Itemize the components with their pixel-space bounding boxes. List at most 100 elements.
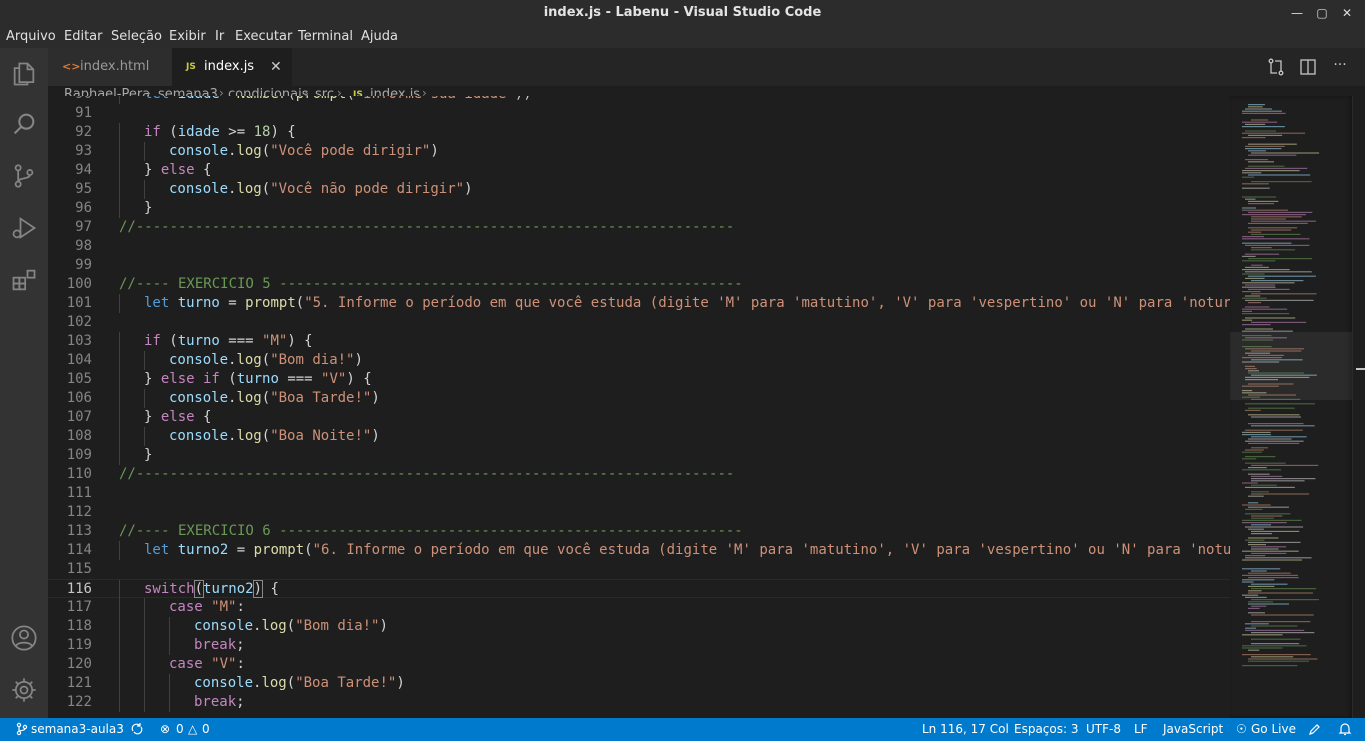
minimap-line [1242, 260, 1276, 262]
language-mode[interactable]: JavaScript [1163, 722, 1223, 736]
end-of-line[interactable]: LF [1134, 722, 1148, 736]
indentation[interactable]: Espaços: 3 [1014, 722, 1079, 736]
close-icon[interactable]: ✕ [1337, 3, 1357, 23]
search-icon[interactable] [10, 110, 38, 138]
minimap-line [1242, 273, 1265, 275]
code-line[interactable]: 121 console.log("Boa Tarde!") [48, 674, 1230, 693]
code-line[interactable]: 110 //-----------------------------------… [48, 465, 1230, 484]
minimap-line [1248, 660, 1309, 662]
minimap-line [1242, 110, 1282, 112]
code-line[interactable]: 113 //---- EXERCICIO 6 ------------------… [48, 522, 1230, 541]
indent-guide [119, 180, 120, 199]
feedback-icon[interactable] [1308, 722, 1322, 739]
minimap-line [1251, 119, 1269, 121]
code-line[interactable]: 107} else { [48, 408, 1230, 427]
code-line[interactable]: 108 console.log("Boa Noite!") [48, 427, 1230, 446]
minimap-line [1242, 581, 1254, 583]
code-line[interactable]: 95 console.log("Você não pode dirigir") [48, 180, 1230, 199]
code-line[interactable]: 103 if (turno === "M") { [48, 332, 1230, 351]
code-line[interactable]: 94} else { [48, 161, 1230, 180]
code-line[interactable]: 97 //------------------------------------… [48, 218, 1230, 237]
minimap-line [1248, 174, 1311, 176]
code-line[interactable]: 91 [48, 104, 1230, 123]
account-icon[interactable] [10, 624, 38, 652]
code-line[interactable]: 114 let turno2 = prompt("6. Informe o per… [48, 541, 1230, 560]
minimap-line [1251, 625, 1298, 627]
minimap-line [1248, 590, 1262, 592]
code-line[interactable]: 98 [48, 237, 1230, 256]
warnings-count[interactable]: 0 [202, 722, 210, 736]
branch-name[interactable]: semana3-aula3 [31, 722, 124, 736]
minimap-line [1242, 137, 1266, 139]
error-icon[interactable]: ⊗ [160, 722, 170, 736]
vertical-scrollbar[interactable] [1352, 96, 1365, 718]
warning-icon[interactable]: △ [188, 722, 197, 736]
code-line[interactable]: 119 break; [48, 636, 1230, 655]
code-line[interactable]: 100 //---- EXERCICIO 5 ------------------… [48, 275, 1230, 294]
code-line[interactable]: 92 if (idade >= 18) { [48, 123, 1230, 142]
code-line[interactable]: 112 [48, 503, 1230, 522]
open-changes-icon[interactable] [1266, 57, 1286, 77]
menu-editar[interactable]: Editar [64, 29, 103, 44]
minimap-line [1248, 143, 1297, 145]
code-line[interactable]: 116 switch(turno2) { [48, 579, 1230, 599]
minimize-icon[interactable]: — [1287, 3, 1307, 23]
code-line[interactable]: 106 console.log("Boa Tarde!") [48, 389, 1230, 408]
source-control-icon[interactable] [10, 162, 38, 190]
more-actions-icon[interactable]: ··· [1330, 57, 1350, 77]
tab-index-js[interactable]: JS index.js ✕ [172, 48, 292, 86]
explorer-icon[interactable] [10, 60, 38, 88]
code-line[interactable]: 102 [48, 313, 1230, 332]
minimap-line [1242, 665, 1298, 667]
code-line[interactable]: 109} [48, 446, 1230, 465]
menu-executar[interactable]: Executar [235, 29, 292, 44]
code-editor[interactable]: 90 let idade= Number(prompt("Informe sua … [48, 96, 1230, 718]
code-line[interactable]: 111 [48, 484, 1230, 503]
menu-arquivo[interactable]: Arquivo [6, 29, 56, 44]
code-text: if (turno === "M") { [144, 333, 313, 349]
minimap-line [1248, 134, 1283, 136]
run-debug-icon[interactable] [10, 214, 38, 242]
minimap-line [1242, 209, 1289, 211]
code-line[interactable]: 101 let turno = prompt("5. Informe o perí… [48, 294, 1230, 313]
encoding[interactable]: UTF-8 [1086, 722, 1121, 736]
menu-selecao[interactable]: Seleção [111, 29, 162, 44]
code-line[interactable]: 104 console.log("Bom dia!") [48, 351, 1230, 370]
code-line[interactable]: 117 case "M": [48, 598, 1230, 617]
tab-close-icon[interactable]: ✕ [270, 48, 282, 86]
notifications-bell-icon[interactable] [1338, 722, 1352, 739]
cursor-position[interactable]: Ln 116, 17 Col [922, 722, 1009, 736]
code-line[interactable]: 120 case "V": [48, 655, 1230, 674]
code-line[interactable]: 105} else if (turno === "V") { [48, 370, 1230, 389]
minimap-line [1251, 491, 1270, 493]
code-line[interactable]: 115 [48, 560, 1230, 579]
minimap-line [1242, 550, 1299, 552]
menu-ajuda[interactable]: Ajuda [361, 29, 398, 44]
code-text: //--------------------------------------… [119, 466, 735, 482]
window-title: index.js - Labenu - Visual Studio Code [543, 5, 822, 20]
code-line[interactable]: 122 break; [48, 693, 1230, 712]
sync-icon[interactable] [130, 722, 144, 739]
code-line[interactable]: 99 [48, 256, 1230, 275]
extensions-icon[interactable] [10, 266, 38, 294]
minimap-line [1242, 324, 1271, 326]
minimap-line [1245, 486, 1295, 488]
code-line[interactable]: 96} [48, 199, 1230, 218]
tab-index-html[interactable]: <> index.html [48, 48, 172, 86]
minimap[interactable] [1230, 96, 1352, 718]
settings-gear-icon[interactable] [10, 676, 38, 704]
indent-guide [144, 142, 145, 161]
code-line[interactable]: 93 console.log("Você pode dirigir") [48, 142, 1230, 161]
code-line[interactable]: 118 console.log("Bom dia!") [48, 617, 1230, 636]
split-editor-icon[interactable] [1298, 57, 1318, 77]
broadcast-icon[interactable]: ☉ [1236, 722, 1247, 736]
maximize-icon[interactable]: ▢ [1312, 3, 1332, 23]
errors-count[interactable]: 0 [176, 722, 184, 736]
go-live-button[interactable]: Go Live [1251, 722, 1296, 736]
menu-exibir[interactable]: Exibir [169, 29, 206, 44]
line-number: 115 [66, 561, 92, 577]
code-line[interactable]: 90 let idade= Number(prompt("Informe sua … [48, 96, 1230, 104]
menu-ir[interactable]: Ir [215, 29, 224, 44]
indent-guide [119, 123, 120, 142]
menu-terminal[interactable]: Terminal [298, 29, 353, 44]
